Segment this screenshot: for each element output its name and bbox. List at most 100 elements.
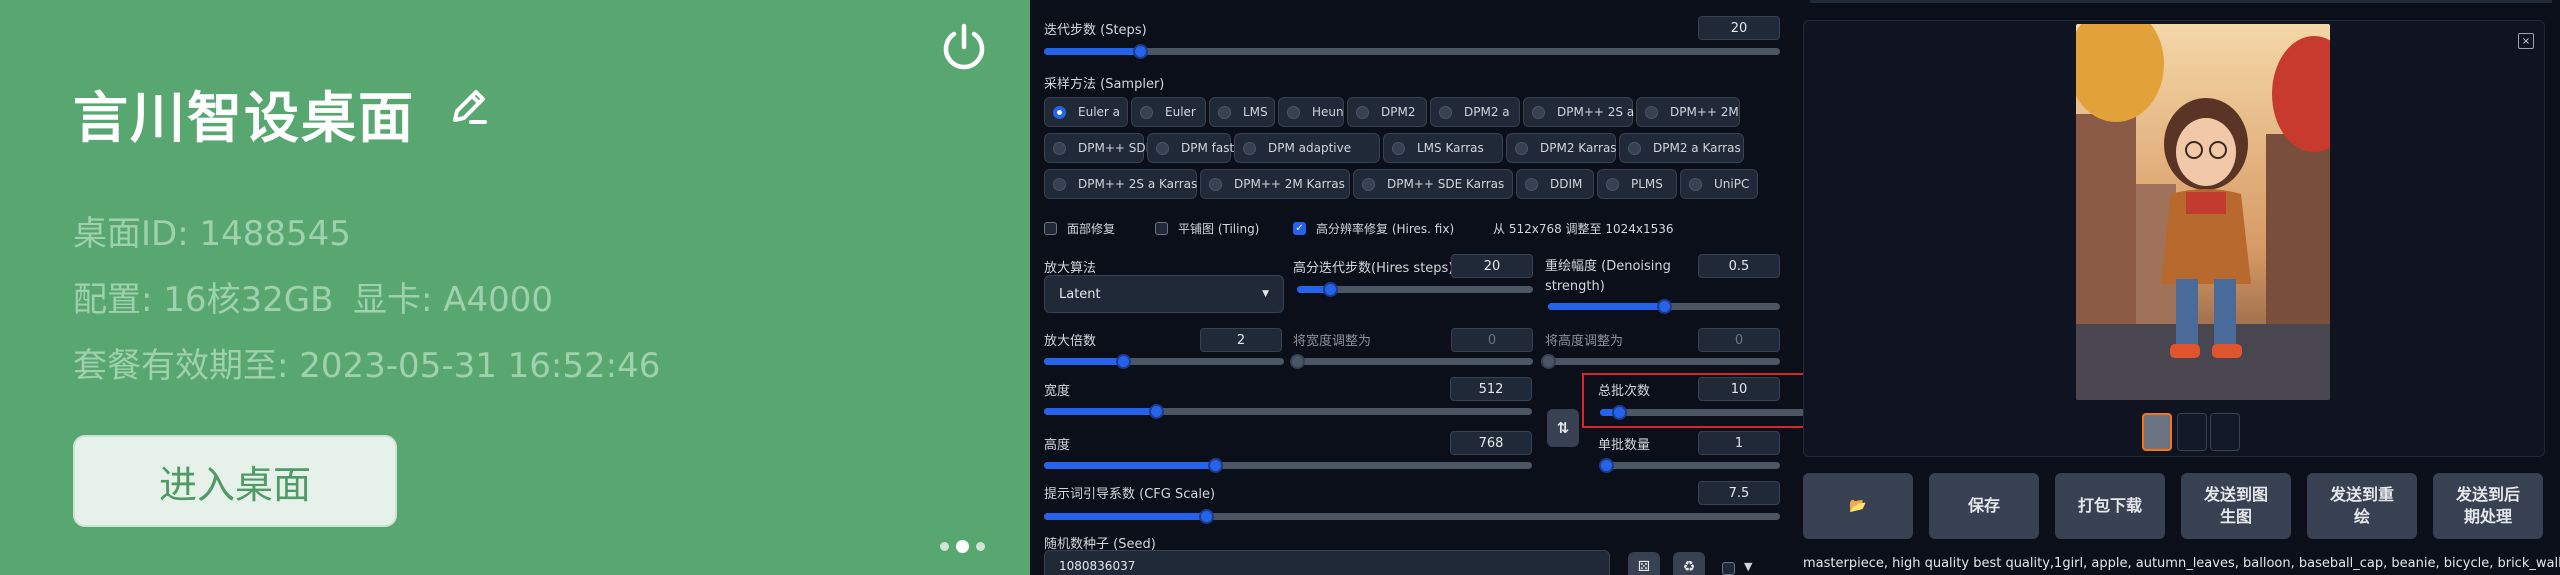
gallery-thumbnail[interactable] [2177,413,2207,451]
sampler-option[interactable]: PLMS [1597,169,1677,199]
slider-handle[interactable] [1149,404,1165,419]
enter-desktop-button[interactable]: 进入桌面 [73,435,397,527]
checkbox-box[interactable] [1155,222,1168,235]
sampler-option-label: DPM++ 2S a [1557,105,1635,119]
steps-slider[interactable] [1044,44,1780,59]
sampler-option[interactable]: LMS [1209,97,1275,127]
sampler-option[interactable]: DPM2 a [1430,97,1520,127]
carousel-dot-active[interactable] [956,540,969,553]
sampler-option[interactable]: DPM++ 2S a [1523,97,1635,127]
sampler-option[interactable]: Heun [1278,97,1344,127]
steps-label: 迭代步数 (Steps) [1044,23,1147,38]
sampler-option[interactable]: UniPC [1680,169,1758,199]
checkbox-label: 高分辨率修复 (Hires. fix) [1316,222,1455,236]
radio-dot [1532,105,1545,119]
slider-handle[interactable] [1207,458,1223,473]
output-gallery: × [1803,20,2545,457]
resize-height-label: 将高度调整为 [1545,334,1624,349]
denoise-input[interactable]: 0.5 [1698,254,1780,278]
slider-handle[interactable] [1132,44,1148,59]
extra-seed-checkbox[interactable] [1722,562,1745,575]
slider-handle[interactable] [1541,354,1556,369]
tiling-checkbox[interactable]: 平铺图 (Tiling) [1155,220,1259,237]
denoise-slider[interactable] [1548,299,1780,314]
close-icon[interactable]: × [2518,33,2534,49]
desktop-id: 桌面ID: 1488545 [73,214,351,254]
gallery-thumbnail[interactable] [2210,413,2240,451]
power-icon[interactable] [937,20,991,74]
face-restore-checkbox[interactable]: 面部修复 [1044,220,1115,237]
cfg-slider[interactable] [1044,509,1780,524]
carousel-dots [940,540,985,553]
sampler-option-label: DPM2 a [1464,105,1510,119]
send-to-inpaint-button[interactable]: 发送到重 绘 [2307,473,2417,539]
steps-input[interactable]: 20 [1698,16,1780,40]
checkbox-box[interactable] [1044,222,1057,235]
send-to-img2img-button[interactable]: 发送到图 生图 [2181,473,2291,539]
batch-size-label: 单批数量 [1598,438,1651,453]
sampler-option[interactable]: Euler a [1044,97,1128,127]
slider-handle[interactable] [1599,458,1614,473]
dice-icon[interactable]: ⚄ [1628,552,1660,575]
check-icon[interactable]: ✓ [1293,222,1306,235]
seed-input[interactable]: 1080836037 [1044,550,1610,575]
slider-handle[interactable] [1611,405,1627,420]
batch-count-slider[interactable] [1600,405,1810,420]
resize-height-input[interactable]: 0 [1698,328,1780,352]
checkbox-box[interactable] [1722,562,1735,575]
sampler-option[interactable]: DPM fast [1147,133,1234,163]
height-slider[interactable] [1044,458,1532,473]
slider-handle[interactable] [1116,354,1132,369]
swap-dimensions-button[interactable]: ⇅ [1547,409,1579,447]
sampler-option[interactable]: DPM2 a Karras [1619,133,1744,163]
sampler-option[interactable]: DPM2 Karras [1506,133,1617,163]
height-input[interactable]: 768 [1450,431,1532,455]
carousel-dot[interactable] [976,542,985,551]
sampler-option[interactable]: DPM++ SDE [1044,133,1153,163]
resize-height-slider[interactable] [1541,354,1780,369]
recycle-icon[interactable]: ♻ [1673,552,1705,575]
hires-resize-note: 从 512x768 调整至 1024x1536 [1493,222,1674,236]
scale-input[interactable]: 2 [1200,328,1282,352]
batch-count-input[interactable]: 10 [1698,377,1780,401]
sampler-option[interactable]: DDIM [1516,169,1594,199]
upscaler-dropdown[interactable]: Latent ▼ [1044,275,1284,313]
sampler-option[interactable]: Euler [1131,97,1206,127]
slider-handle[interactable] [1290,354,1305,369]
slider-handle[interactable] [1657,299,1672,314]
hires-steps-slider[interactable] [1297,282,1533,297]
sampler-label: 采样方法 (Sampler) [1044,77,1165,92]
width-input[interactable]: 512 [1450,377,1532,401]
batch-size-input[interactable]: 1 [1698,431,1780,455]
sampler-option[interactable]: DPM++ SDE Karras [1353,169,1513,199]
sampler-option[interactable]: DPM++ 2S a Karras [1044,169,1197,199]
hires-steps-input[interactable]: 20 [1451,254,1533,278]
scale-slider[interactable] [1044,354,1284,369]
resize-width-input[interactable]: 0 [1451,328,1533,352]
save-button[interactable]: 保存 [1929,473,2039,539]
gallery-thumbnail-selected[interactable] [2142,413,2172,451]
sampler-option-label: Heun [1312,105,1344,119]
width-slider[interactable] [1044,404,1532,419]
cfg-input[interactable]: 7.5 [1698,481,1780,505]
slider-handle[interactable] [1323,282,1339,297]
sampler-option[interactable]: DPM2 [1347,97,1427,127]
sampler-option[interactable]: DPM++ 2M [1636,97,1740,127]
send-to-extras-button[interactable]: 发送到后 期处理 [2433,473,2543,539]
sampler-option-label: DPM2 [1381,105,1416,119]
zip-download-button[interactable]: 打包下载 [2055,473,2165,539]
sampler-option[interactable]: LMS Karras [1383,133,1503,163]
generated-image[interactable] [2076,24,2330,400]
carousel-dot[interactable] [940,542,949,551]
sampler-option-label: PLMS [1631,177,1663,191]
batch-size-slider[interactable] [1599,458,1780,473]
edit-icon[interactable] [447,84,491,128]
sampler-option[interactable]: DPM++ 2M Karras [1200,169,1350,199]
hires-fix-checkbox[interactable]: ✓ 高分辨率修复 (Hires. fix) [1293,220,1454,237]
radio-dot [1140,105,1153,119]
sampler-option[interactable]: DPM adaptive [1234,133,1380,163]
open-folder-button[interactable]: 📂 [1803,473,1913,539]
resize-width-slider[interactable] [1290,354,1533,369]
slider-handle[interactable] [1198,509,1214,524]
extra-seed-toggle-icon[interactable]: ▼ [1744,560,1752,573]
